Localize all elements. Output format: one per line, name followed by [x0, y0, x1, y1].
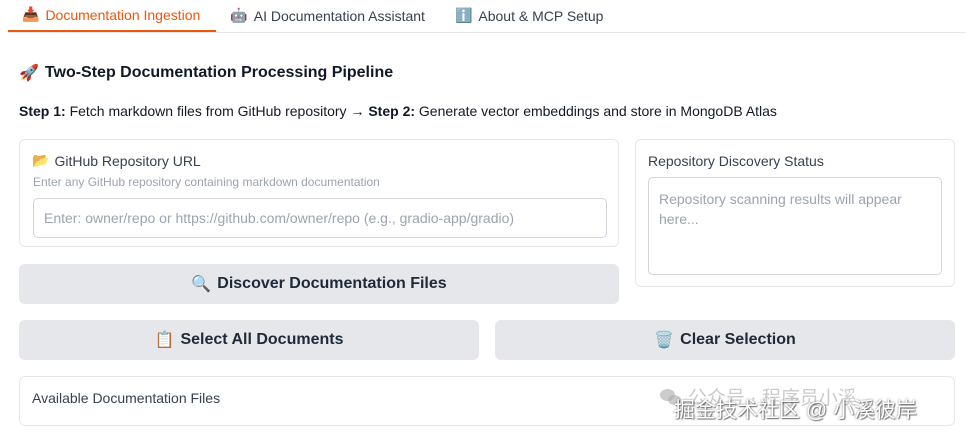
select-all-label: Select All Documents [180, 331, 344, 348]
clipboard-icon: 📋 [154, 332, 175, 349]
repo-url-info: Enter any GitHub repository containing m… [33, 175, 380, 189]
inbox-tray-icon: 📥 [22, 6, 40, 22]
tab-bar: 📥 Documentation Ingestion 🤖 AI Documenta… [8, 0, 966, 33]
open-folder-icon: 📂 [32, 152, 50, 168]
robot-icon: 🤖 [230, 7, 248, 23]
trash-icon: 🗑️ [654, 332, 675, 349]
repo-url-panel: 📂 GitHub Repository URL Enter any GitHub… [19, 139, 619, 247]
pipeline-heading: 🚀 Two-Step Documentation Processing Pipe… [19, 63, 393, 83]
repo-url-label-text: GitHub Repository URL [54, 152, 201, 169]
clear-selection-label: Clear Selection [680, 331, 796, 348]
step2-label: Step 2: [368, 103, 416, 119]
tab-label: Documentation Ingestion [45, 6, 201, 23]
tab-label: AI Documentation Assistant [253, 7, 425, 24]
step2-text: Generate vector embeddings and store in … [415, 103, 777, 119]
clear-selection-button[interactable]: 🗑️ Clear Selection [495, 320, 955, 360]
discover-files-label: Discover Documentation Files [217, 275, 447, 292]
info-icon: ℹ️ [454, 7, 473, 23]
tab-about-mcp-setup[interactable]: ℹ️ About & MCP Setup [441, 0, 619, 32]
discovery-status-panel: Repository Discovery Status [635, 139, 955, 287]
discovery-status-textarea[interactable] [648, 177, 942, 275]
repo-url-input[interactable] [33, 198, 607, 238]
step1-text: Fetch markdown files from GitHub reposit… [65, 103, 369, 119]
available-files-label: Available Documentation Files [32, 390, 221, 406]
discover-files-button[interactable]: 🔍 Discover Documentation Files [19, 264, 619, 304]
discovery-status-label: Repository Discovery Status [648, 153, 824, 169]
step1-label: Step 1: [19, 103, 66, 119]
available-files-panel: Available Documentation Files [19, 376, 955, 426]
rocket-icon: 🚀 [19, 65, 39, 82]
tab-label: About & MCP Setup [478, 7, 604, 24]
tab-ai-documentation-assistant[interactable]: 🤖 AI Documentation Assistant [216, 0, 441, 32]
select-all-button[interactable]: 📋 Select All Documents [19, 320, 479, 360]
steps-description: Step 1: Fetch markdown files from GitHub… [19, 103, 777, 119]
pipeline-heading-text: Two-Step Documentation Processing Pipeli… [44, 64, 394, 81]
tab-documentation-ingestion[interactable]: 📥 Documentation Ingestion [8, 0, 217, 32]
repo-url-label: 📂 GitHub Repository URL [32, 152, 201, 169]
magnifier-icon: 🔍 [191, 276, 212, 293]
app-page: 📥 Documentation Ingestion 🤖 AI Documenta… [0, 0, 974, 436]
